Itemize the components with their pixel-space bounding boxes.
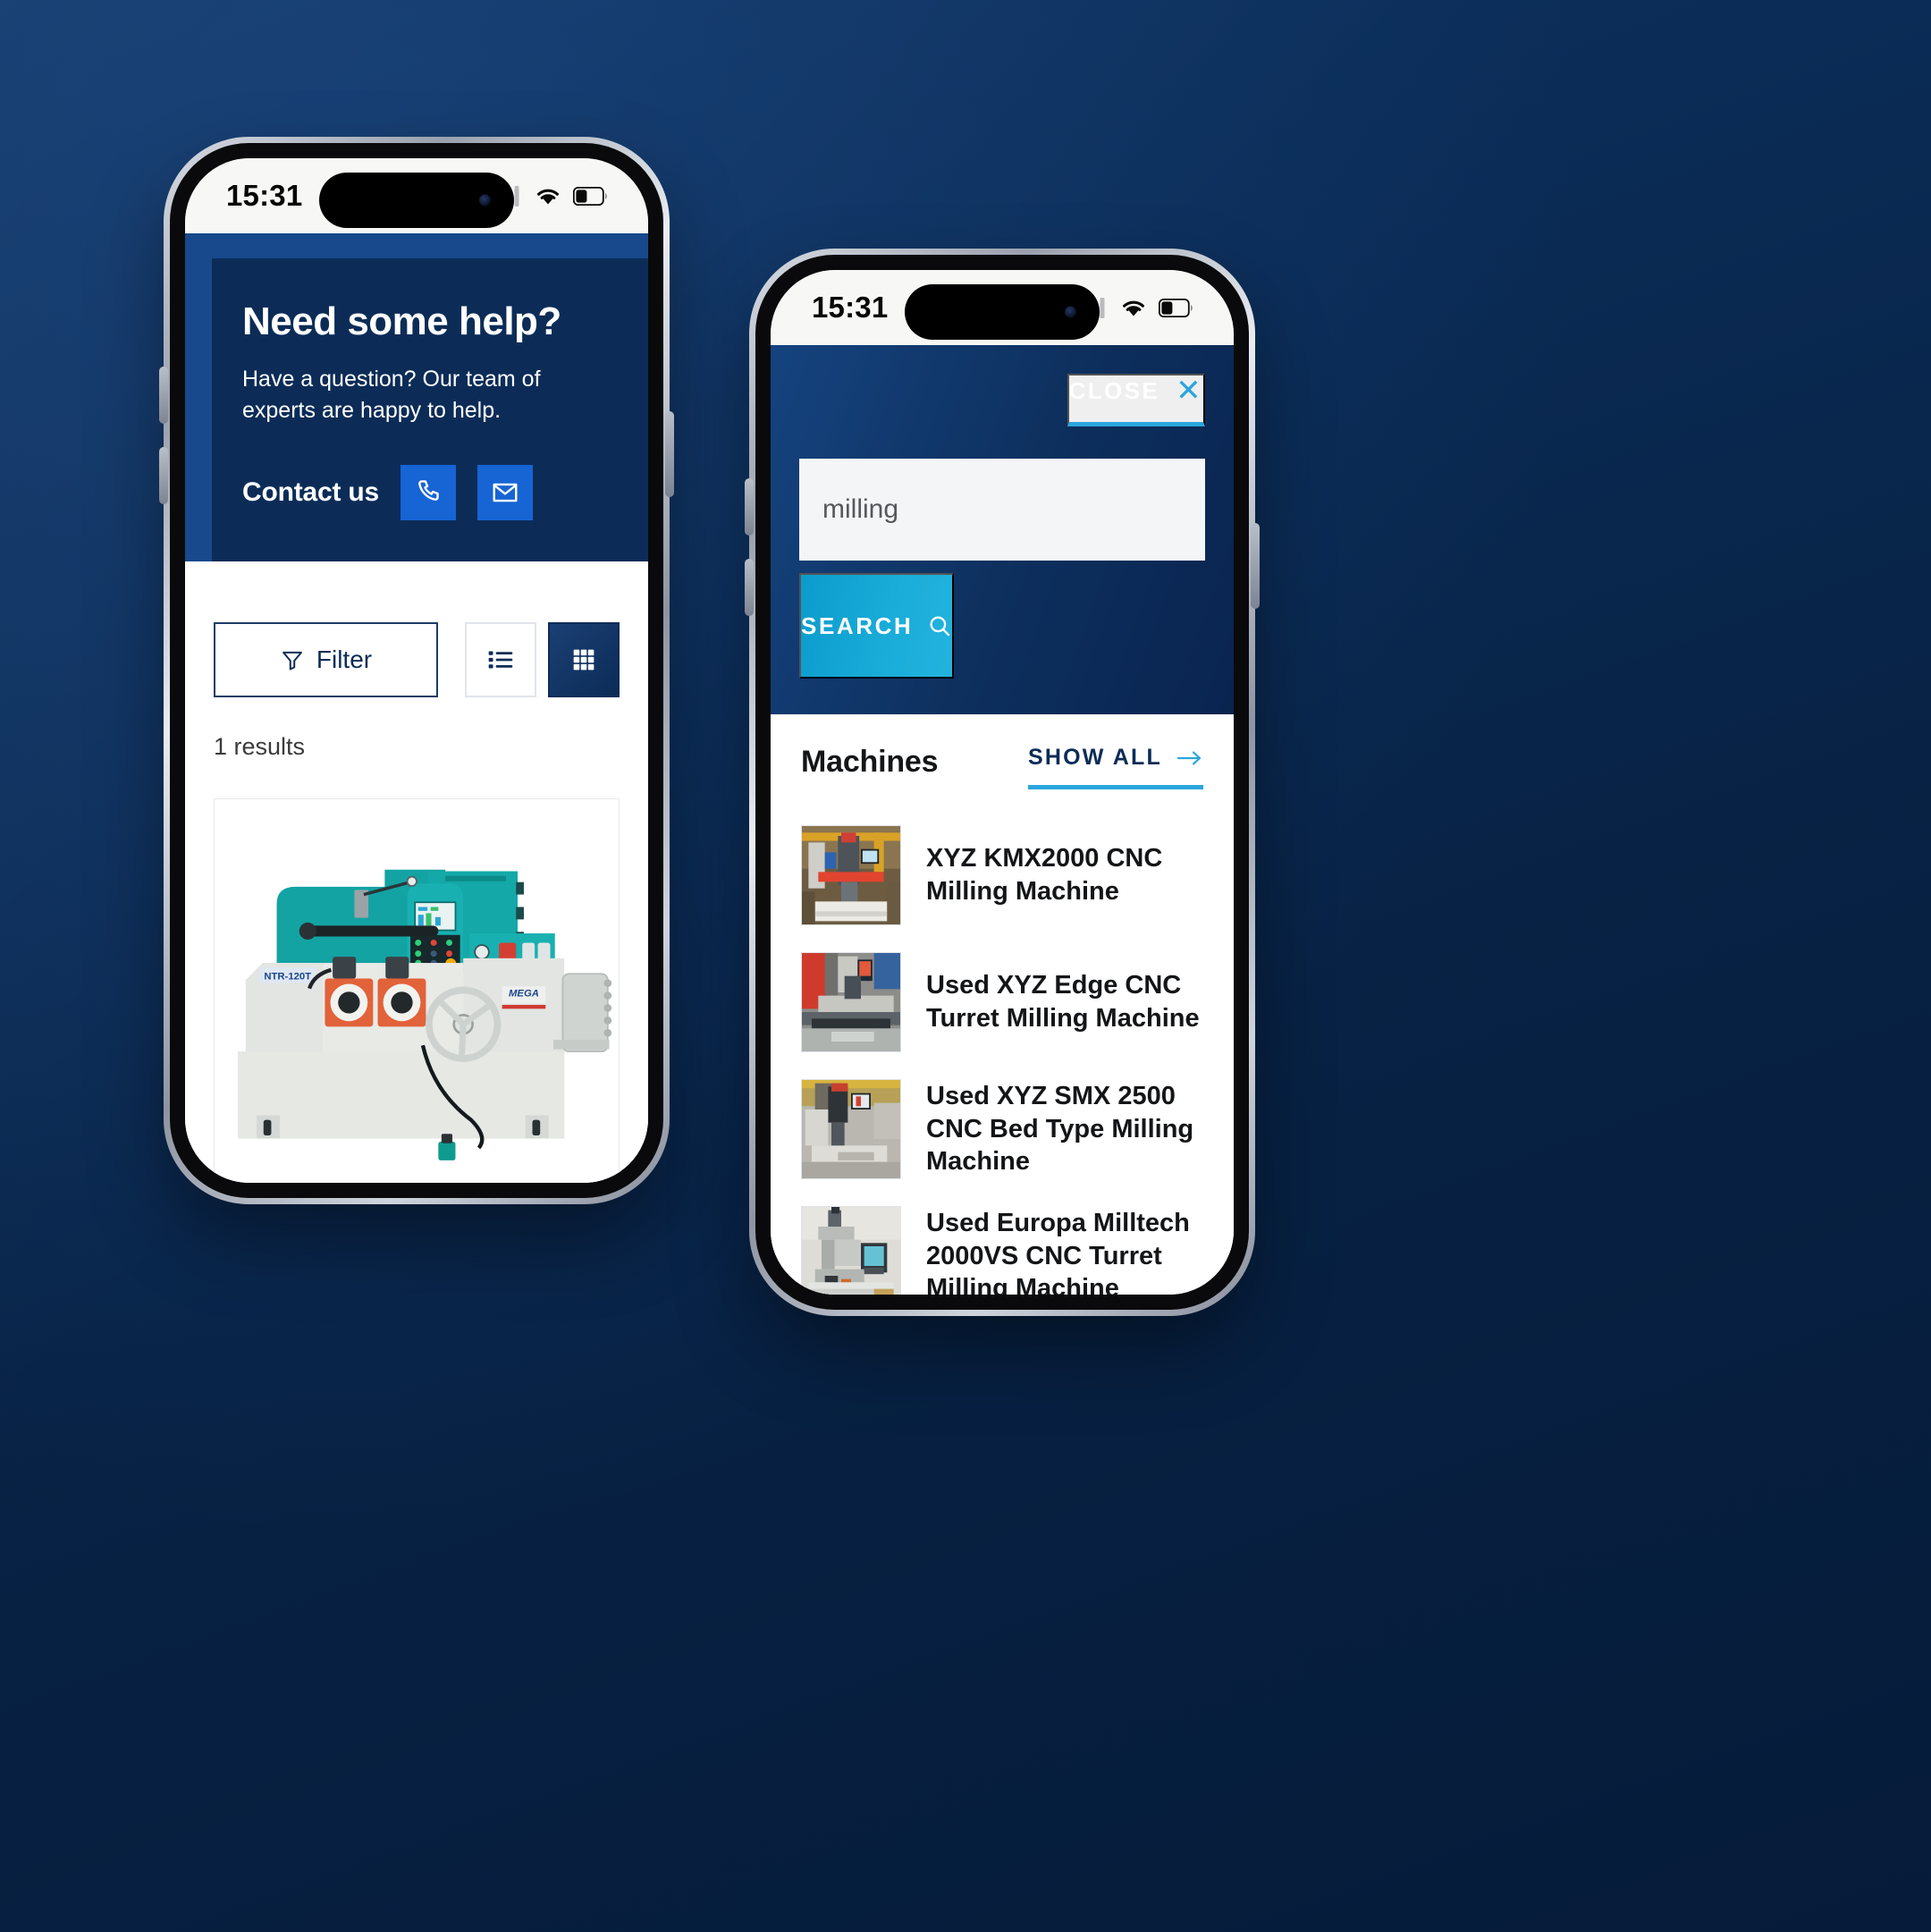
show-all-link[interactable]: SHOW ALL [1028,745,1203,789]
close-x-icon: ✕ [1176,374,1203,408]
phone-device-right: 15:31 CLOSE ✕ milling SEARCH Machines SH… [745,249,1260,1316]
page-top-strip [185,233,648,258]
contact-row: Contact us [242,465,616,520]
banner-spacer [185,561,648,581]
search-icon [927,613,952,638]
contact-phone-button[interactable] [401,465,457,520]
list-item[interactable]: Used XYZ Edge CNC Turret Milling Machine [801,940,1203,1067]
arrow-right-icon [1176,750,1203,766]
funnel-icon [280,647,305,672]
phone1-page-content: Need some help? Have a question? Our tea… [185,233,648,1183]
search-input[interactable]: milling [799,459,1205,561]
thread-rolling-machine-illustration: NTR-120T MEGA [215,841,619,1168]
show-all-label: SHOW ALL [1028,745,1162,770]
list-item[interactable]: Used XYZ SMX 2500 CNC Bed Type Milling M… [801,1067,1203,1194]
close-row: CLOSE ✕ [799,374,1205,426]
power-button[interactable] [1251,523,1260,609]
list-view-button[interactable] [465,622,536,697]
results-section-title: Machines [801,745,939,779]
help-subtitle: Have a question? Our team of experts are… [242,367,541,423]
phone2-page-content: CLOSE ✕ milling SEARCH Machines SHOW ALL… [771,345,1234,1295]
product-card[interactable]: 8 options [214,798,620,1183]
search-input-value: milling [822,494,899,524]
envelope-icon [491,478,519,507]
milling-machine-thumb-3 [801,1079,901,1179]
milling-machine-thumb-4 [801,1206,901,1295]
svg-text:MEGA: MEGA [509,988,539,999]
battery-icon [573,186,609,206]
contact-label: Contact us [242,477,380,507]
status-time: 15:31 [226,179,303,212]
view-toggle-group [465,622,620,697]
power-button[interactable] [665,411,674,497]
volume-up-button[interactable] [159,367,168,424]
grid-view-button[interactable] [548,622,620,697]
search-results-list: XYZ KMX2000 CNC Milling Machine Used XYZ… [801,813,1203,1295]
search-results-section: Machines SHOW ALL XYZ KMX2000 CNC Millin… [771,714,1234,1295]
list-item[interactable]: XYZ KMX2000 CNC Milling Machine [801,813,1203,940]
search-submit-label: SEARCH [801,612,914,639]
dynamic-island [905,284,1100,340]
search-overlay-panel: CLOSE ✕ milling SEARCH [771,345,1234,714]
status-bar: 15:31 [185,158,648,233]
help-banner-wrapper: Need some help? Have a question? Our tea… [185,258,648,561]
close-search-button[interactable]: CLOSE ✕ [1067,374,1205,426]
list-view-icon [485,645,516,675]
wifi-icon [1120,298,1147,318]
list-item-label: Used Europa Milltech 2000VS CNC Turret M… [926,1208,1190,1295]
list-item-label: Used XYZ SMX 2500 CNC Bed Type Milling M… [926,1081,1194,1177]
product-image: NTR-120T MEGA [215,799,619,1183]
list-item-label: Used XYZ Edge CNC Turret Milling Machine [926,971,1200,1033]
volume-down-button[interactable] [745,559,754,616]
status-bar: 15:31 [771,270,1234,345]
wifi-icon [535,186,561,207]
milling-machine-thumb-1 [801,825,901,925]
filter-button-label: Filter [316,645,373,673]
grid-view-icon [569,645,599,675]
phone-device-left: 15:31 Need some help? Have a question? O… [159,137,674,1204]
filter-button[interactable]: Filter [214,622,438,697]
status-time: 15:31 [812,291,889,324]
results-count: 1 results [214,733,306,760]
volume-down-button[interactable] [159,447,168,504]
volume-up-button[interactable] [745,478,754,536]
dynamic-island [319,173,514,228]
listing-toolbar: Filter [185,581,648,697]
close-button-label: CLOSE [1068,376,1160,404]
results-header: Machines SHOW ALL [801,745,1203,789]
phone-icon [414,478,443,507]
list-item[interactable]: Used Europa Milltech 2000VS CNC Turret M… [801,1194,1203,1295]
svg-text:NTR-120T: NTR-120T [264,971,311,982]
help-banner: Need some help? Have a question? Our tea… [212,258,648,561]
list-item-label: XYZ KMX2000 CNC Milling Machine [926,844,1163,906]
milling-machine-thumb-2 [801,952,901,1052]
contact-email-button[interactable] [477,465,534,520]
help-title: Need some help? [242,300,561,343]
battery-icon [1159,298,1194,317]
search-submit-button[interactable]: SEARCH [799,573,955,679]
